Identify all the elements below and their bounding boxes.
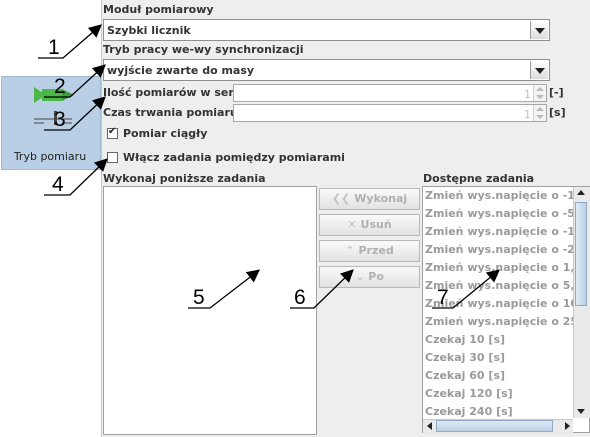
annotation-number-1: 1 (48, 36, 60, 59)
annotation-number-2: 2 (54, 75, 66, 98)
annotation-overlay (38, 24, 501, 309)
annotation-number-5: 5 (193, 286, 205, 309)
annotation-number-3: 3 (54, 108, 66, 131)
annotation-arrow-2 (44, 64, 106, 98)
annotation-number-7: 7 (437, 286, 449, 309)
annotation-number-4: 4 (52, 173, 64, 196)
annotation-number-6: 6 (294, 286, 306, 309)
annotation-arrow-3 (44, 96, 106, 131)
